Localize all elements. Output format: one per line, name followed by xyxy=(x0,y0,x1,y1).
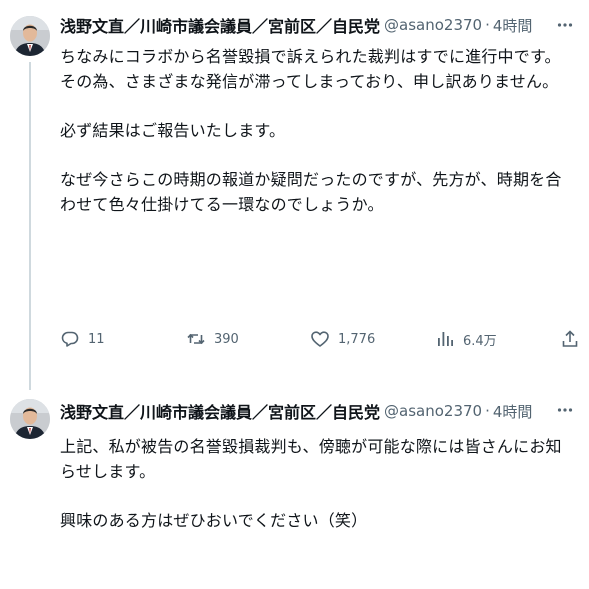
separator-dot: · xyxy=(485,402,490,420)
timestamp[interactable]: 4時間 xyxy=(493,15,533,36)
author-display-name[interactable]: 浅野文直／川崎市議会議員／宮前区／自民党 xyxy=(60,400,380,422)
tweet-paragraph: 上記、私が被告の名誉毀損裁判も、傍聴が可能な際には皆さんにお知らせします。 xyxy=(60,437,562,481)
avatar[interactable] xyxy=(10,399,50,439)
separator-dot: · xyxy=(485,16,490,34)
more-dots-icon xyxy=(557,23,573,27)
thread-connector-line xyxy=(29,62,31,390)
reply-icon xyxy=(61,331,79,347)
tweet-text: ちなみにコラボから名誉毀損で訴えられた裁判はすでに進行中です。その為、さまざまな… xyxy=(60,44,572,241)
timestamp[interactable]: 4時間 xyxy=(493,401,533,422)
share-icon xyxy=(562,330,578,347)
tweet-header: 浅野文直／川崎市議会議員／宮前区／自民党 @asano2370 · 4時間 xyxy=(60,400,549,422)
share-button[interactable] xyxy=(560,325,580,353)
author-handle[interactable]: @asano2370 xyxy=(384,16,482,34)
reply-button[interactable]: 11 xyxy=(60,325,105,353)
tweet[interactable]: 浅野文直／川崎市議会議員／宮前区／自民党 @asano2370 · 4時間 ちな… xyxy=(0,0,589,390)
tweet-paragraph: 興味のある方はぜひおいでください（笑） xyxy=(60,511,368,530)
more-dots-icon xyxy=(557,408,573,412)
views-button[interactable]: 6.4万 xyxy=(435,325,497,353)
tweet-paragraph: なぜ今さらこの時期の報道か疑問だったのですが、先方が、時期を合わせて色々仕掛けて… xyxy=(60,170,562,214)
tweet-text: 上記、私が被告の名誉毀損裁判も、傍聴が可能な際には皆さんにお知らせします。 興味… xyxy=(60,434,572,557)
more-options-button[interactable] xyxy=(555,15,575,35)
more-options-button[interactable] xyxy=(555,400,575,420)
reply-count: 11 xyxy=(88,331,105,347)
tweet-paragraph: ちなみにコラボから名誉毀損で訴えられた裁判はすでに進行中です。その為、さまざまな… xyxy=(60,47,561,91)
author-handle[interactable]: @asano2370 xyxy=(384,402,482,420)
retweet-icon xyxy=(187,333,205,345)
avatar-photo xyxy=(10,16,50,56)
like-count: 1,776 xyxy=(338,331,376,347)
like-button[interactable]: 1,776 xyxy=(310,325,375,353)
tweet-paragraph: 必ず結果はご報告いたします。 xyxy=(60,121,286,140)
tweet-header: 浅野文直／川崎市議会議員／宮前区／自民党 @asano2370 · 4時間 xyxy=(60,14,549,36)
retweet-count: 390 xyxy=(214,331,239,347)
heart-icon xyxy=(311,331,329,347)
tweet[interactable]: 浅野文直／川崎市議会議員／宮前区／自民党 @asano2370 · 4時間 上記… xyxy=(0,384,589,589)
views-chart-icon xyxy=(438,332,453,346)
tweet-actions: 11 390 1,776 6.4万 xyxy=(60,325,580,353)
retweet-button[interactable]: 390 xyxy=(186,325,239,353)
author-display-name[interactable]: 浅野文直／川崎市議会議員／宮前区／自民党 xyxy=(60,14,380,36)
views-count: 6.4万 xyxy=(463,333,497,349)
avatar[interactable] xyxy=(10,16,50,56)
avatar-photo xyxy=(10,399,50,439)
